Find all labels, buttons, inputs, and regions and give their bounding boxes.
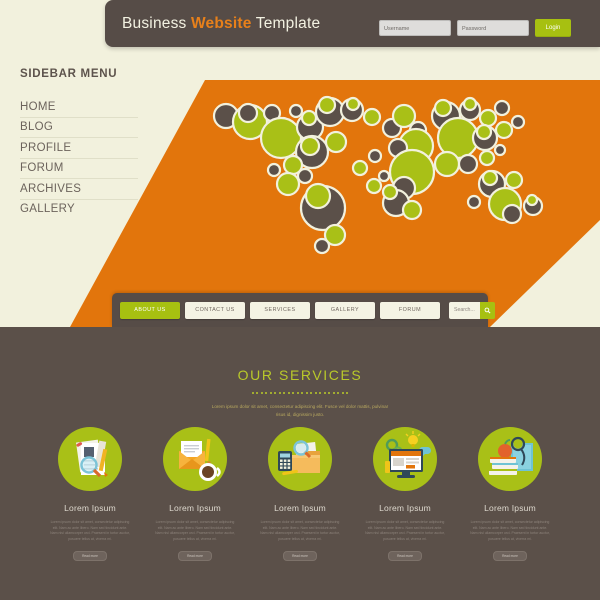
hero-banner <box>0 80 600 327</box>
services-section: OUR SERVICES Lorem ipsum dolor sit amet,… <box>0 327 600 600</box>
nav-item-about-us[interactable]: ABOUT US <box>120 301 180 319</box>
site-header: Business Website Template Username Passw… <box>105 0 600 47</box>
service-card-title: Lorem Ipsum <box>484 503 536 513</box>
brand-suffix: Template <box>251 14 321 32</box>
read-more-button[interactable]: Read more <box>73 551 107 562</box>
service-card: Lorem Ipsum Lorem ipsum dolor sit amet, … <box>468 427 553 562</box>
service-card: Lorem Ipsum Lorem ipsum dolor sit amet, … <box>48 427 133 562</box>
website-template-page: Business Website Template Username Passw… <box>0 0 600 600</box>
search-group: Search... <box>449 301 495 319</box>
login-group: Username Password Login <box>379 19 571 37</box>
service-card-title: Lorem Ipsum <box>169 503 221 513</box>
brand-title: Business Website Template <box>122 15 320 33</box>
username-input[interactable]: Username <box>379 20 451 36</box>
brand-prefix: Business <box>122 14 191 32</box>
envelope-coffee-icon <box>163 427 227 491</box>
search-button[interactable] <box>479 301 495 319</box>
password-input[interactable]: Password <box>457 20 529 36</box>
nav-item-gallery[interactable]: GALLERY <box>315 301 375 319</box>
search-input[interactable]: Search... <box>449 301 480 319</box>
brand-accent: Website <box>191 14 252 32</box>
service-card-title: Lorem Ipsum <box>274 503 326 513</box>
monitor-webdesign-icon <box>373 427 437 491</box>
read-more-button[interactable]: Read more <box>388 551 422 562</box>
service-card: Lorem Ipsum Lorem ipsum dolor sit amet, … <box>363 427 448 562</box>
service-card: Lorem Ipsum Lorem ipsum dolor sit amet, … <box>153 427 238 562</box>
main-navigation: ABOUT US CONTACT US SERVICES GALLERY FOR… <box>112 293 495 327</box>
service-card: Lorem Ipsum Lorem ipsum dolor sit amet, … <box>258 427 343 562</box>
read-more-button[interactable]: Read more <box>283 551 317 562</box>
service-cards: Lorem Ipsum Lorem ipsum dolor sit amet, … <box>0 427 600 562</box>
login-button[interactable]: Login <box>535 19 571 37</box>
service-card-body: Lorem ipsum dolor sit amet, consectetur … <box>260 520 340 541</box>
service-card-body: Lorem ipsum dolor sit amet, consectetur … <box>155 520 235 541</box>
nav-item-contact-us[interactable]: CONTACT US <box>185 301 245 319</box>
books-education-icon <box>478 427 542 491</box>
service-card-body: Lorem ipsum dolor sit amet, consectetur … <box>365 520 445 541</box>
nav-item-forum[interactable]: FORUM <box>380 301 440 319</box>
calculator-folder-icon <box>268 427 332 491</box>
document-magnifier-icon <box>58 427 122 491</box>
read-more-button[interactable]: Read more <box>178 551 212 562</box>
services-subtitle: Lorem ipsum dolor sit amet, consectetur … <box>211 404 389 417</box>
dotted-divider <box>0 392 600 394</box>
services-title: OUR SERVICES <box>237 367 363 383</box>
service-card-title: Lorem Ipsum <box>379 503 431 513</box>
world-map-circles <box>212 95 544 255</box>
sidebar-title: SIDEBAR MENU <box>20 68 118 80</box>
service-card-body: Lorem ipsum dolor sit amet, consectetur … <box>470 520 550 541</box>
search-icon <box>484 307 491 313</box>
service-card-body: Lorem ipsum dolor sit amet, consectetur … <box>50 520 130 541</box>
nav-item-services[interactable]: SERVICES <box>250 301 310 319</box>
service-card-title: Lorem Ipsum <box>64 503 116 513</box>
read-more-button[interactable]: Read more <box>493 551 527 562</box>
